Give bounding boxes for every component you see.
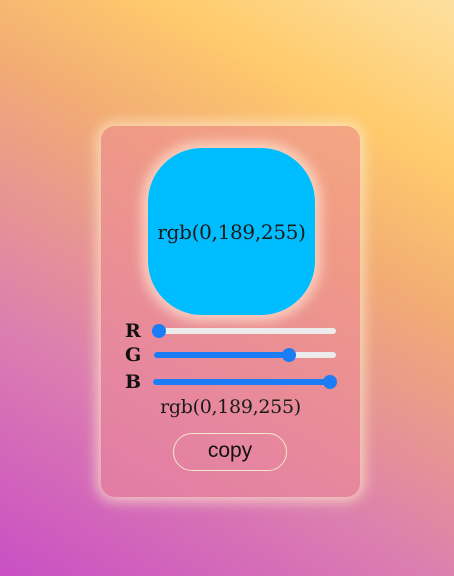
swatch-color-label: rgb(0,189,255) [157, 219, 306, 244]
color-value-text: rgb(0,189,255) [160, 396, 301, 418]
color-preview-swatch: rgb(0,189,255) [148, 148, 315, 315]
green-channel-label: G [125, 344, 142, 366]
green-slider-thumb[interactable] [281, 348, 296, 362]
blue-channel-label: B [125, 371, 142, 393]
color-picker-card: rgb(0,189,255) R G B rgb(0,189,255) copy [101, 126, 360, 497]
copy-button[interactable]: copy [173, 433, 287, 471]
red-slider-thumb[interactable] [152, 324, 166, 338]
blue-slider-fill [153, 379, 330, 385]
green-slider-fill [154, 352, 289, 358]
blue-slider-thumb[interactable] [323, 375, 337, 389]
red-channel-label: R [125, 320, 141, 342]
red-slider-track[interactable] [152, 324, 336, 338]
green-slider-track[interactable] [154, 348, 336, 362]
blue-slider-track[interactable] [153, 375, 337, 389]
